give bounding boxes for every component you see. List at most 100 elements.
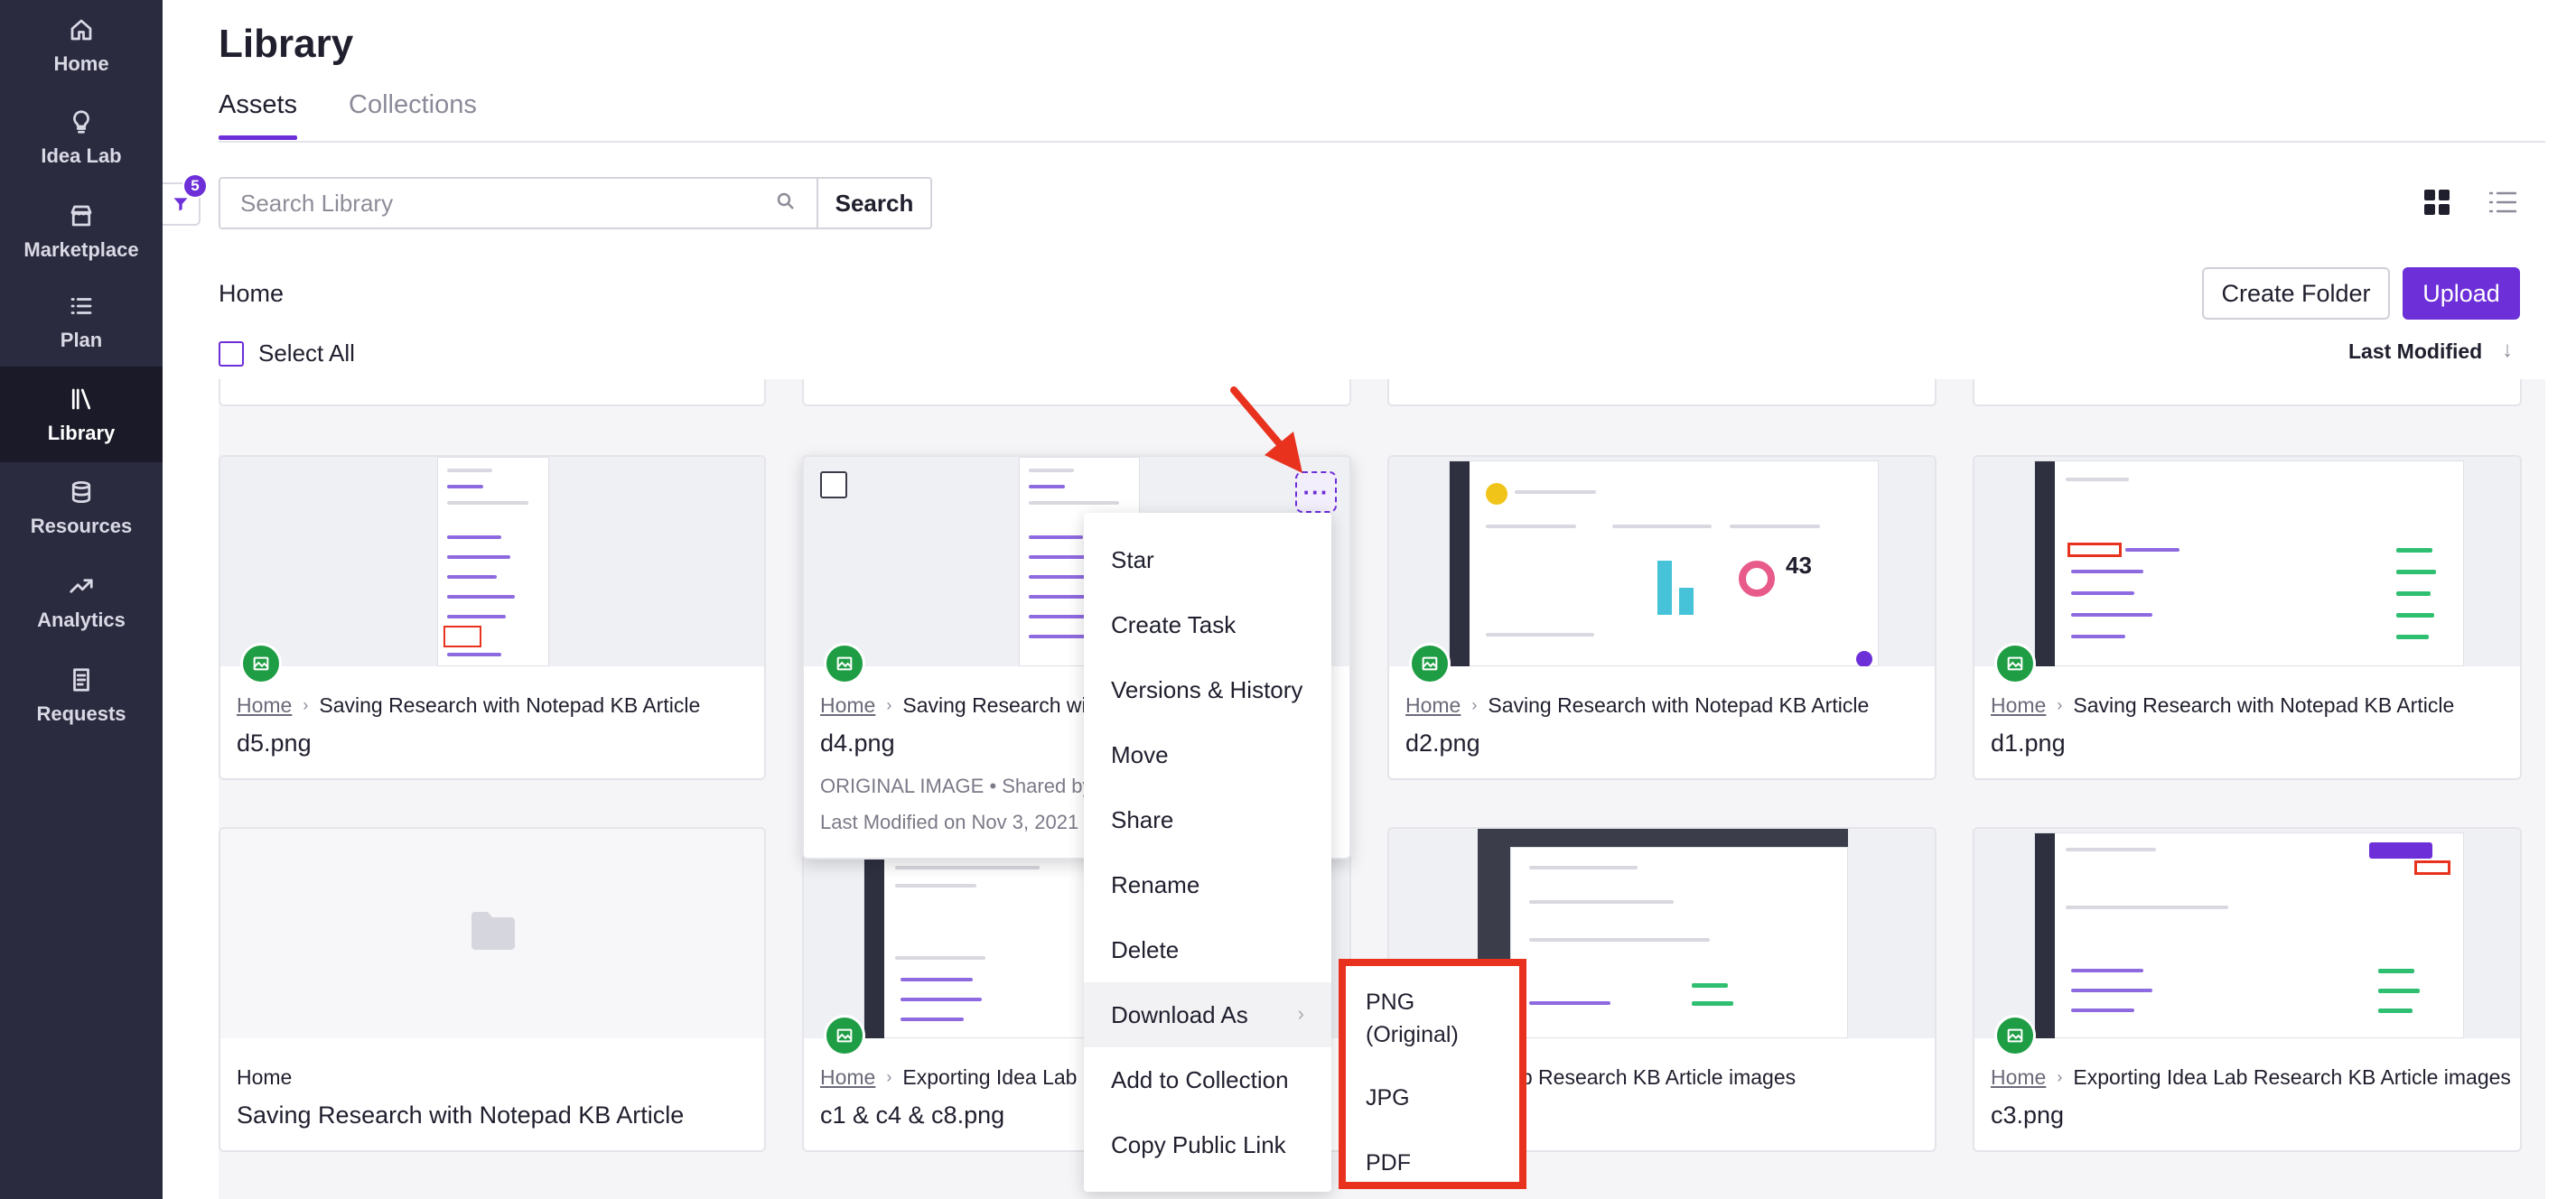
menu-item-add-to-collection[interactable]: Add to Collection — [1084, 1047, 1331, 1112]
asset-name: d1.png — [1991, 730, 2066, 757]
asset-context-menu: Star Create Task Versions & History Move… — [1084, 513, 1331, 1192]
asset-modified-meta: Last Modified on Nov 3, 2021 — [820, 811, 1079, 833]
thumbnail-image — [2034, 832, 2464, 1038]
sidebar-item-home[interactable]: Home — [0, 0, 163, 90]
thumbnail: 43 — [1389, 457, 1935, 666]
search-button[interactable]: Search — [817, 177, 932, 229]
thumbnail — [1974, 457, 2520, 666]
image-type-badge — [1994, 1015, 2036, 1056]
upload-button[interactable]: Upload — [2403, 267, 2520, 320]
asset-card[interactable]: Home › Saving Research with Notepad KB Art… — [1973, 455, 2522, 780]
asset-name: d5.png — [237, 730, 312, 757]
asset-card[interactable]: Home › Saving Research with Notepad KB Art… — [219, 455, 766, 780]
asset-card-partial[interactable] — [219, 379, 766, 406]
create-folder-button[interactable]: Create Folder — [2202, 267, 2390, 320]
breadcrumb-link[interactable]: Home — [1405, 693, 1461, 718]
sidebar-item-label: Idea Lab — [41, 144, 122, 167]
database-icon — [66, 477, 97, 507]
asset-card[interactable]: 43 Home › Saving Research with Notepad KB … — [1387, 455, 1937, 780]
breadcrumb-link[interactable]: Home — [820, 693, 875, 718]
menu-item-delete[interactable]: Delete — [1084, 917, 1331, 982]
library-icon — [66, 384, 97, 414]
filter-button[interactable]: 5 — [163, 173, 208, 226]
thumbnail-image — [1478, 829, 1848, 1038]
card-breadcrumb: Home›Saving Research with Notepad KB Art… — [237, 693, 701, 718]
sidebar-item-label: Home — [53, 52, 109, 75]
asset-card-partial[interactable] — [1387, 379, 1937, 406]
chevron-right-icon: › — [1297, 1002, 1304, 1025]
grid-view-icon[interactable] — [2422, 188, 2451, 217]
asset-card[interactable]: Home › Exporting Idea Lab Research KB Arti… — [1973, 827, 2522, 1152]
menu-item-create-task[interactable]: Create Task — [1084, 592, 1331, 657]
download-jpg-option[interactable]: JPG — [1366, 1082, 1410, 1114]
breadcrumb-link[interactable]: Home — [1991, 1065, 2046, 1090]
sidebar-item-analytics[interactable]: Analytics — [0, 556, 163, 646]
asset-type-meta: ORIGINAL IMAGE • Shared by — [820, 775, 1093, 797]
menu-item-rename[interactable]: Rename — [1084, 852, 1331, 917]
breadcrumb-link[interactable]: Home — [1991, 693, 2046, 718]
asset-name: d4.png — [820, 730, 895, 757]
image-type-badge — [1409, 643, 1451, 684]
select-all-checkbox[interactable]: Select All — [219, 339, 355, 367]
card-select-checkbox[interactable] — [820, 471, 847, 498]
sidebar-item-label: Requests — [36, 702, 126, 725]
breadcrumb-link[interactable]: Home — [237, 693, 292, 718]
sidebar-item-resources[interactable]: Resources — [0, 462, 163, 553]
sort-dropdown[interactable]: Last Modified — [2348, 339, 2482, 364]
sidebar-item-marketplace[interactable]: Marketplace — [0, 186, 163, 276]
asset-card-partial[interactable] — [1973, 379, 2522, 406]
active-tab-indicator — [219, 135, 297, 140]
image-type-badge — [824, 1015, 865, 1056]
sidebar-item-plan[interactable]: Plan — [0, 276, 163, 367]
thumbnail-image — [437, 457, 549, 666]
sidebar-item-label: Analytics — [37, 609, 126, 631]
folder-icon — [471, 912, 515, 950]
menu-item-versions-history[interactable]: Versions & History — [1084, 657, 1331, 722]
search-input[interactable] — [240, 189, 775, 218]
trend-icon — [66, 571, 97, 601]
image-type-badge — [824, 643, 865, 684]
more-options-button[interactable]: ··· — [1295, 471, 1337, 513]
card-breadcrumb: Home — [237, 1065, 293, 1089]
thumbnail-image — [2034, 460, 2464, 666]
asset-name: c1 & c4 & c8.png — [820, 1101, 1005, 1129]
document-icon — [66, 665, 97, 695]
image-type-badge — [1994, 643, 2036, 684]
search-icon[interactable] — [775, 191, 797, 217]
sidebar-item-library[interactable]: Library — [0, 367, 163, 462]
folder-card[interactable]: Home Saving Research with Notepad KB Art… — [219, 827, 766, 1152]
store-icon — [66, 200, 97, 231]
sidebar-item-label: Plan — [60, 329, 103, 351]
card-breadcrumb: Home › Exporting Idea Lab Research KB Arti… — [1991, 1065, 2511, 1090]
breadcrumb: Home — [219, 280, 285, 307]
page-title: Library — [219, 22, 354, 66]
menu-item-share[interactable]: Share — [1084, 787, 1331, 852]
breadcrumb-link[interactable]: Home — [820, 1065, 875, 1090]
thumbnail — [1974, 829, 2520, 1038]
sidebar-item-idea-lab[interactable]: Idea Lab — [0, 92, 163, 182]
filter-icon — [173, 198, 188, 211]
menu-item-move[interactable]: Move — [1084, 722, 1331, 787]
thumbnail — [220, 829, 764, 1038]
tab-assets[interactable]: Assets — [219, 90, 297, 120]
menu-item-copy-public-link[interactable]: Copy Public Link — [1084, 1112, 1331, 1177]
list-view-icon[interactable] — [2487, 188, 2518, 217]
tab-collections[interactable]: Collections — [349, 90, 477, 120]
menu-item-star[interactable]: Star — [1084, 527, 1331, 592]
home-icon — [66, 14, 97, 45]
download-pdf-option[interactable]: PDF — [1366, 1147, 1411, 1179]
sidebar-item-label: Resources — [30, 515, 133, 537]
sidebar-item-requests[interactable]: Requests — [0, 650, 163, 740]
menu-item-download-as[interactable]: Download As › — [1084, 982, 1331, 1047]
search-field — [219, 177, 818, 229]
checkbox[interactable] — [219, 340, 244, 367]
image-type-badge — [240, 643, 282, 684]
sort-direction-icon[interactable]: ↓ — [2502, 338, 2513, 363]
thumbnail — [220, 457, 764, 666]
sidebar-item-label: Marketplace — [23, 238, 139, 261]
download-png-option[interactable]: PNG (Original) — [1366, 986, 1501, 1051]
card-breadcrumb: Home›Saving Research with Notepad KB Art… — [1991, 693, 2455, 718]
annotation-arrow-icon — [1230, 386, 1302, 473]
asset-name: d2.png — [1405, 730, 1480, 757]
thumbnail-image: 43 — [1449, 460, 1879, 666]
